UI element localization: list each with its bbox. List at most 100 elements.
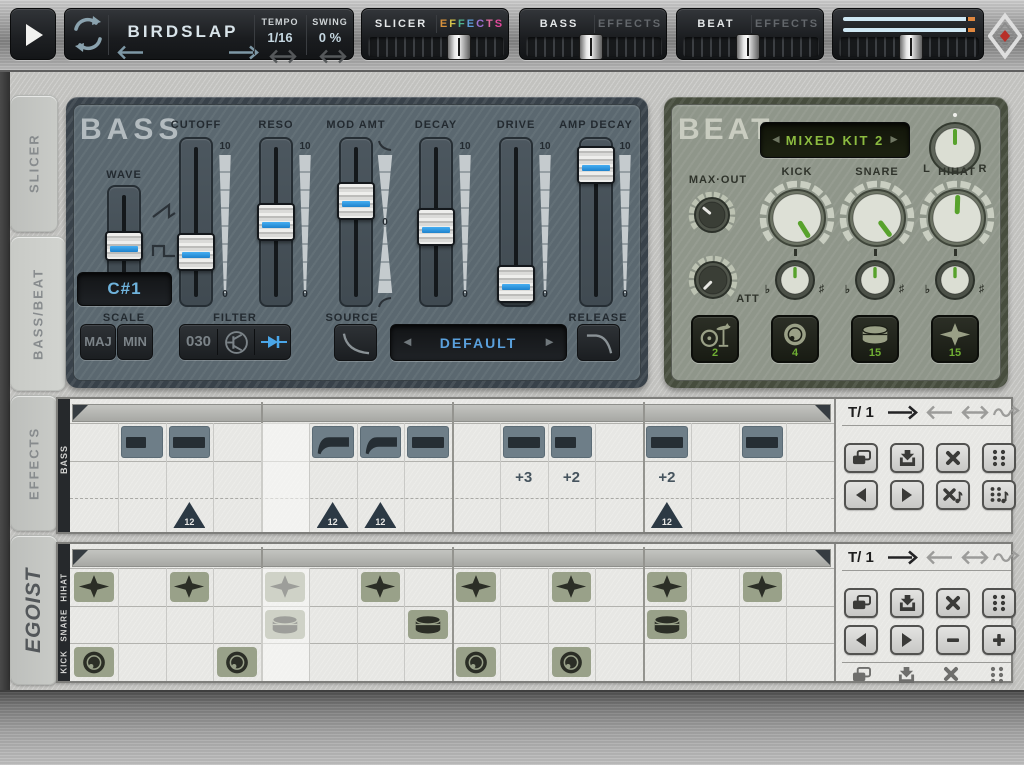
filter-number[interactable]: 030 [180, 325, 217, 359]
master-volume-slider[interactable] [839, 37, 979, 57]
level-knob-hihat[interactable] [919, 180, 995, 256]
slicer-mix-slider[interactable] [368, 37, 504, 57]
level-knob-kick[interactable] [759, 180, 835, 256]
diode-filter-icon[interactable] [260, 335, 288, 349]
sidebar-item-bass-beat[interactable]: BASS/BEAT [10, 236, 66, 391]
slider-decay[interactable] [419, 137, 453, 307]
arrow-squiggle[interactable] [992, 550, 1024, 566]
sound-preset-dropdown[interactable]: ◄►DEFAULT [390, 324, 567, 361]
loop-icon[interactable] [73, 15, 103, 37]
kick-step-11[interactable] [552, 647, 592, 677]
tempo-drag-icon[interactable] [268, 49, 298, 69]
bass-note-step-15[interactable] [742, 426, 784, 458]
kit-dropdown[interactable]: ◄►MIXED KIT 2 [760, 122, 910, 158]
egoist-logo-tab[interactable]: EGOIST [10, 535, 58, 685]
arrow-right[interactable] [886, 550, 920, 566]
bass-effects-label[interactable]: EFFECTS [596, 13, 664, 35]
hihat-step-3[interactable] [170, 572, 210, 602]
next-button[interactable] [890, 625, 924, 655]
bass-note-step-10[interactable] [503, 426, 545, 458]
time-signature[interactable]: T/ 1 [848, 549, 888, 567]
copy-flat-button[interactable] [851, 666, 873, 684]
minus-button[interactable] [936, 625, 970, 655]
clear-button[interactable] [936, 443, 970, 473]
transistor-filter-icon[interactable] [223, 330, 249, 356]
accent-marker-step-6[interactable]: 12 [317, 502, 349, 528]
hihat-step-7[interactable] [361, 572, 401, 602]
hihat-step-11[interactable] [552, 572, 592, 602]
bass-note-step-13[interactable] [646, 426, 688, 458]
loop-back-icon[interactable] [73, 36, 103, 58]
pitch-knob-3[interactable] [935, 260, 975, 300]
slider-handle[interactable] [105, 231, 143, 261]
prev-button[interactable] [844, 480, 878, 510]
slider-handle[interactable] [447, 34, 471, 60]
hihat-step-9[interactable] [456, 572, 496, 602]
bass-note-step-8[interactable] [407, 426, 449, 458]
hihat-step-1[interactable] [74, 572, 114, 602]
slider-reso[interactable] [259, 137, 293, 307]
sidebar-item-effects[interactable]: EFFECTS [10, 395, 58, 531]
slider-amp-decay[interactable] [579, 137, 613, 307]
bass-note-step-11[interactable] [551, 426, 593, 458]
swing-value[interactable]: 0 % [307, 30, 353, 45]
pad-snare[interactable]: 15 [851, 315, 899, 363]
bass-note-step-7[interactable] [360, 426, 402, 458]
preset-name[interactable]: BIRDSLAP [113, 22, 253, 42]
preset-prev-icon[interactable] [117, 45, 145, 65]
paste-flat-button[interactable] [897, 666, 919, 684]
hihat-step-15[interactable] [743, 572, 783, 602]
slider-handle[interactable] [899, 34, 923, 60]
dice-note-button[interactable] [982, 480, 1016, 510]
slider-handle[interactable] [417, 208, 455, 246]
pitch-knob-1[interactable] [775, 260, 815, 300]
dice-button[interactable] [982, 588, 1016, 618]
slider-handle[interactable] [257, 203, 295, 241]
pad-drumkit[interactable]: 2 [691, 315, 739, 363]
arrow-both[interactable] [960, 550, 994, 566]
slider-handle[interactable] [177, 233, 215, 271]
beat-label[interactable]: BEAT [681, 13, 751, 35]
bass-note-step-2[interactable] [121, 426, 163, 458]
time-signature[interactable]: T/ 1 [848, 404, 888, 422]
tempo-value[interactable]: 1/16 [256, 30, 304, 45]
next-button[interactable] [890, 480, 924, 510]
arrow-left[interactable] [926, 405, 960, 421]
accent-marker-step-3[interactable]: 12 [173, 502, 205, 528]
kick-step-1[interactable] [74, 647, 114, 677]
scale-maj-button[interactable]: MAJ [80, 324, 116, 360]
hihat-step-5[interactable] [265, 572, 305, 602]
arrow-left[interactable] [926, 550, 960, 566]
slider-handle[interactable] [736, 34, 760, 60]
bass-note-step-3[interactable] [169, 426, 211, 458]
clear-button[interactable] [936, 588, 970, 618]
slider-drive[interactable] [499, 137, 533, 307]
clear-flat-button[interactable] [943, 666, 965, 684]
arrow-both[interactable] [960, 405, 994, 421]
arrow-squiggle[interactable] [992, 405, 1024, 421]
dice-flat-button[interactable] [989, 666, 1011, 684]
arrow-right[interactable] [886, 405, 920, 421]
accent-marker-step-13[interactable]: 12 [651, 502, 683, 528]
bass-mix-slider[interactable] [526, 37, 662, 57]
pitch-knob-2[interactable] [855, 260, 895, 300]
wave-slider[interactable] [107, 185, 141, 285]
level-knob-snare[interactable] [839, 180, 915, 256]
pad-kick[interactable]: 4 [771, 315, 819, 363]
pad-hihat[interactable]: 15 [931, 315, 979, 363]
bass-label[interactable]: BASS [524, 13, 594, 35]
hihat-step-13[interactable] [647, 572, 687, 602]
play-button[interactable] [10, 8, 56, 60]
prev-button[interactable] [844, 625, 878, 655]
snare-step-5[interactable] [265, 610, 305, 640]
beat-mix-slider[interactable] [683, 37, 819, 57]
slider-mod-amt[interactable] [339, 137, 373, 307]
clear-note-button[interactable] [936, 480, 970, 510]
dice-button[interactable] [982, 443, 1016, 473]
snare-step-13[interactable] [647, 610, 687, 640]
slider-handle[interactable] [497, 265, 535, 303]
bass-note-step-6[interactable] [312, 426, 354, 458]
swing-drag-icon[interactable] [318, 49, 348, 69]
plus-button[interactable] [982, 625, 1016, 655]
snare-step-8[interactable] [408, 610, 448, 640]
